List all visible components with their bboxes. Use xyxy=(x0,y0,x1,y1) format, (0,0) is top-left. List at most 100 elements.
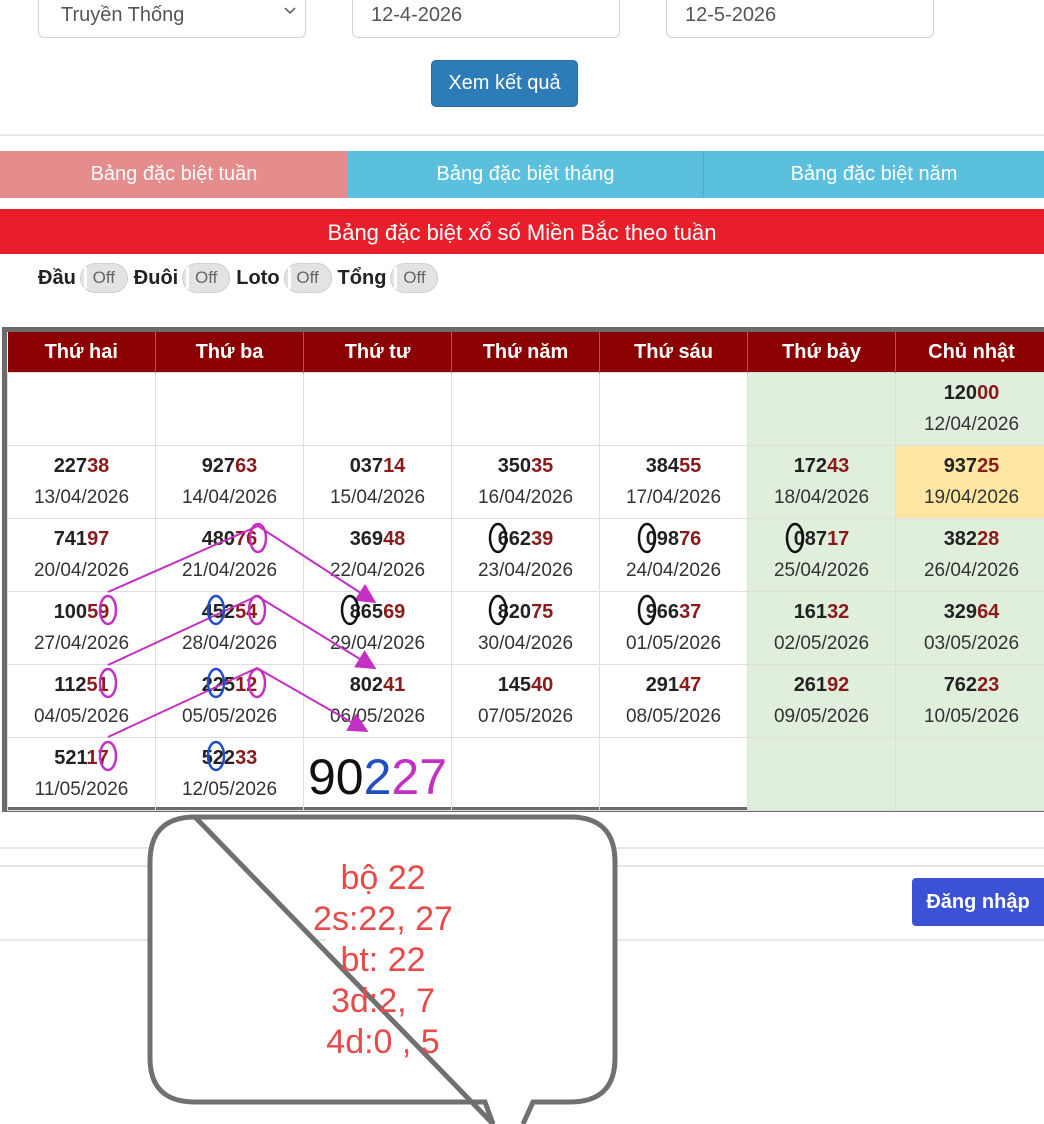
number-head: 261 xyxy=(793,674,828,696)
number-head: 820 xyxy=(497,601,532,623)
result-cell: 32964 03/05/2026 xyxy=(895,591,1044,665)
result-number: 52117 xyxy=(8,743,155,774)
tab-weekly[interactable]: Bảng đặc biệt tuần xyxy=(0,151,348,198)
result-cell: 96637 01/05/2026 xyxy=(599,591,748,665)
result-cell xyxy=(451,372,600,446)
number-head: 865 xyxy=(349,601,384,623)
number-head: 662 xyxy=(497,528,532,550)
result-number: 16132 xyxy=(748,597,895,628)
result-date: 17/04/2026 xyxy=(625,487,722,508)
result-number: 92763 xyxy=(156,451,303,482)
table-row: 12000 12/04/2026 xyxy=(7,372,1044,446)
number-head: 452 xyxy=(201,601,236,623)
result-number: 26192 xyxy=(748,670,895,701)
result-number: 82075 xyxy=(452,597,599,628)
result-number: 03714 xyxy=(304,451,451,482)
number-head: 172 xyxy=(793,455,828,477)
result-number: 86569 xyxy=(304,597,451,628)
table-row: 11251 04/05/2026 22512 05/05/2026 80241 06/05… xyxy=(7,664,1044,738)
number-tail: 47 xyxy=(679,674,702,696)
result-number: 08717 xyxy=(748,524,895,555)
table-row: 74197 20/04/2026 48076 21/04/2026 36948 22/04… xyxy=(7,518,1044,592)
result-date: 16/04/2026 xyxy=(477,487,574,508)
toggle-dau[interactable]: Off xyxy=(79,263,128,293)
result-date: 12/05/2026 xyxy=(181,779,278,800)
login-button[interactable]: Đăng nhập xyxy=(912,878,1044,926)
result-cell: 03714 15/04/2026 xyxy=(303,445,452,519)
result-date: 29/04/2026 xyxy=(329,633,426,654)
toggle-duoi[interactable]: Off xyxy=(182,263,231,293)
number-tail: 55 xyxy=(679,455,702,477)
result-cell: 17243 18/04/2026 xyxy=(747,445,896,519)
number-head: 087 xyxy=(793,528,828,550)
period-tabs: Bảng đặc biệt tuần Bảng đặc biệt tháng B… xyxy=(0,151,1044,198)
result-number: 29147 xyxy=(600,670,747,701)
result-cell: 52233 12/05/2026 xyxy=(155,737,304,811)
result-date: 28/04/2026 xyxy=(181,633,278,654)
lottery-type-select[interactable]: Truyền Thống xyxy=(38,0,306,38)
result-number: 66239 xyxy=(452,524,599,555)
number-tail: 59 xyxy=(87,601,110,623)
toggle-tong[interactable]: Off xyxy=(390,263,439,293)
number-head: 100 xyxy=(53,601,88,623)
result-date: 04/05/2026 xyxy=(33,706,130,727)
number-tail: 37 xyxy=(679,601,702,623)
number-tail: 14 xyxy=(383,455,406,477)
number-tail: 75 xyxy=(531,601,554,623)
result-number: 11251 xyxy=(8,670,155,701)
number-head: 522 xyxy=(201,747,236,769)
big-number-part: 90 xyxy=(307,749,364,805)
result-number: 48076 xyxy=(156,524,303,555)
date-from-value: 12-4-2026 xyxy=(371,4,463,26)
results-table-container: Thứ hai Thứ ba Thứ tư Thứ năm Thứ sáu Th… xyxy=(2,327,1044,812)
date-to-input[interactable]: 12-5-2026 xyxy=(666,0,934,38)
result-number: 09876 xyxy=(600,524,747,555)
result-cell: 11251 04/05/2026 xyxy=(7,664,156,738)
result-cell xyxy=(155,372,304,446)
result-number: 22738 xyxy=(8,451,155,482)
table-row: 22738 13/04/2026 92763 14/04/2026 03714 15/04… xyxy=(7,445,1044,519)
result-date: 02/05/2026 xyxy=(773,633,870,654)
number-head: 225 xyxy=(201,674,236,696)
result-date: 14/04/2026 xyxy=(181,487,278,508)
number-tail: 41 xyxy=(383,674,406,696)
result-cell: 16132 02/05/2026 xyxy=(747,591,896,665)
result-cell: 38228 26/04/2026 xyxy=(895,518,1044,592)
number-tail: 33 xyxy=(235,747,258,769)
number-tail: 76 xyxy=(679,528,702,550)
header-thursday: Thứ năm xyxy=(451,332,600,373)
number-head: 161 xyxy=(793,601,828,623)
number-tail: 17 xyxy=(827,528,850,550)
result-cell: 22512 05/05/2026 xyxy=(155,664,304,738)
result-cell: 48076 21/04/2026 xyxy=(155,518,304,592)
toggle-loto[interactable]: Off xyxy=(283,263,332,293)
number-head: 966 xyxy=(645,601,680,623)
number-head: 350 xyxy=(497,455,532,477)
result-date: 08/05/2026 xyxy=(625,706,722,727)
view-results-button[interactable]: Xem kết quả xyxy=(431,60,578,107)
date-from-input[interactable]: 12-4-2026 xyxy=(352,0,620,38)
result-cell: 14540 07/05/2026 xyxy=(451,664,600,738)
number-head: 227 xyxy=(53,455,88,477)
number-head: 037 xyxy=(349,455,384,477)
result-cell xyxy=(895,737,1044,811)
note-text: bộ 22 2s:22, 27 bt: 22 3d:2, 7 4d:0 , 5 xyxy=(150,858,616,1063)
result-cell: 38455 17/04/2026 xyxy=(599,445,748,519)
header-saturday: Thứ bảy xyxy=(747,332,896,373)
result-cell xyxy=(599,737,748,811)
note-line: bt: 22 xyxy=(340,941,426,979)
result-cell: 35035 16/04/2026 xyxy=(451,445,600,519)
result-number: 14540 xyxy=(452,670,599,701)
table-title-banner: Bảng đặc biệt xổ số Miền Bắc theo tuần xyxy=(0,209,1044,254)
tab-monthly[interactable]: Bảng đặc biệt tháng xyxy=(348,151,704,198)
number-head: 369 xyxy=(349,528,384,550)
number-tail: 40 xyxy=(531,674,554,696)
tab-yearly[interactable]: Bảng đặc biệt năm xyxy=(704,151,1044,198)
result-number: 12000 xyxy=(896,378,1044,409)
result-date: 12/04/2026 xyxy=(923,414,1020,435)
table-header-row: Thứ hai Thứ ba Thứ tư Thứ năm Thứ sáu Th… xyxy=(7,332,1044,373)
number-head: 521 xyxy=(54,747,87,769)
number-tail: 00 xyxy=(977,382,1000,404)
number-tail: 17 xyxy=(86,747,109,769)
lottery-type-value: Truyền Thống xyxy=(61,4,185,26)
